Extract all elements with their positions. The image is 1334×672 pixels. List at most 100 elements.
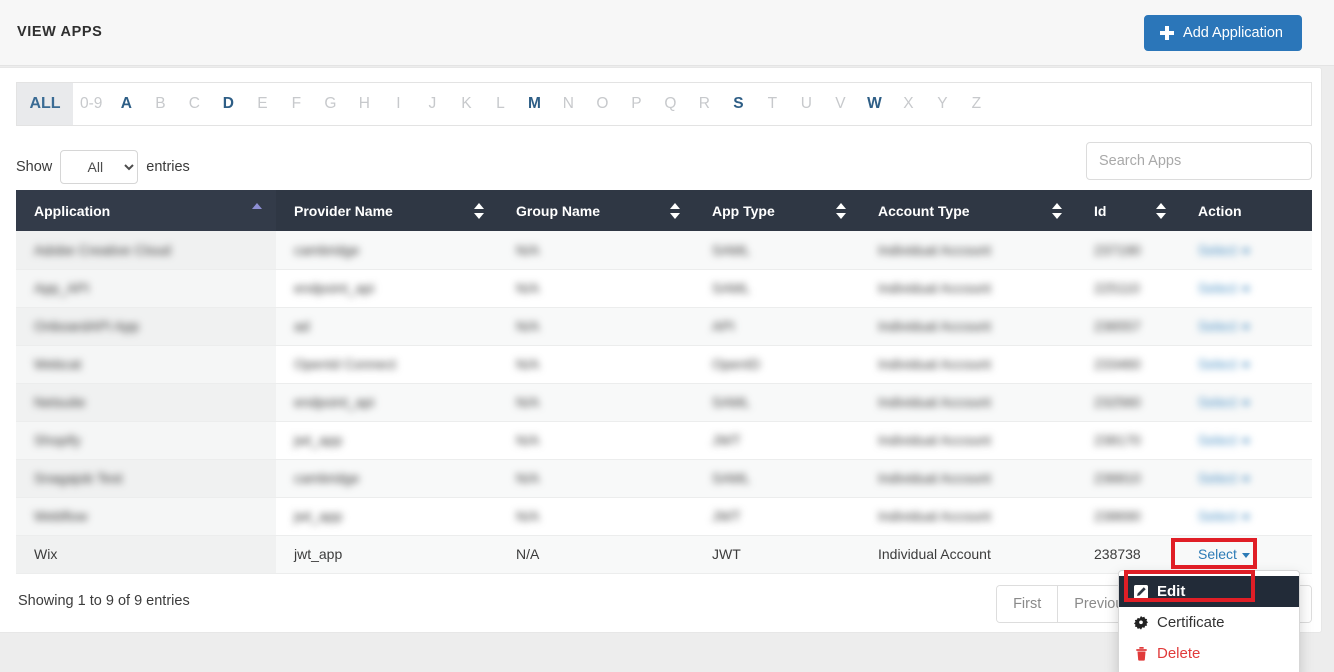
cell-account-type: Individual Account	[860, 269, 1076, 307]
alpha-filter-o[interactable]: O	[585, 83, 619, 125]
alpha-filter-y[interactable]: Y	[925, 83, 959, 125]
cell-text: 238690	[1094, 508, 1141, 524]
alpha-filter-f[interactable]: F	[279, 83, 313, 125]
alpha-filter-v[interactable]: V	[823, 83, 857, 125]
entries-label: entries	[146, 159, 190, 175]
cell-action: Select	[1180, 345, 1312, 383]
column-header-provider-name[interactable]: Provider Name	[276, 190, 498, 231]
alpha-filter-j[interactable]: J	[415, 83, 449, 125]
sort-toggle-icon	[1156, 202, 1166, 220]
alpha-filter-s[interactable]: S	[721, 83, 755, 125]
page-header: VIEW APPS Add Application	[0, 0, 1334, 66]
table-head: ApplicationProvider NameGroup NameApp Ty…	[16, 190, 1312, 231]
table-row: Shopifyjwt_appN/AJWTIndividual Account23…	[16, 421, 1312, 459]
alpha-filter-q[interactable]: Q	[653, 83, 687, 125]
cell-account-type: Individual Account	[860, 497, 1076, 535]
alpha-filter-09[interactable]: 0-9	[73, 83, 109, 125]
alpha-filter-d[interactable]: D	[211, 83, 245, 125]
column-header-application[interactable]: Application	[16, 190, 276, 231]
alpha-filter-p[interactable]: P	[619, 83, 653, 125]
alpha-filter-c[interactable]: C	[177, 83, 211, 125]
select-action-link[interactable]: Select	[1198, 432, 1250, 448]
view-apps-page: VIEW APPS Add Application ALL0-9ABCDEFGH…	[0, 0, 1334, 672]
add-application-button[interactable]: Add Application	[1144, 15, 1302, 51]
select-action-link[interactable]: Select	[1198, 546, 1250, 562]
cell-text: Individual Account	[878, 242, 991, 258]
menu-item-certificate[interactable]: Certificate	[1119, 607, 1299, 638]
chevron-down-icon	[1242, 515, 1250, 520]
cell-text: SAML	[712, 280, 750, 296]
select-action-link[interactable]: Select	[1198, 508, 1250, 524]
column-header-account-type[interactable]: Account Type	[860, 190, 1076, 231]
cell-application: Adobe Creative Cloud	[16, 231, 276, 269]
add-application-label: Add Application	[1183, 25, 1283, 41]
cell-account-type: Individual Account	[860, 383, 1076, 421]
alpha-filter-a[interactable]: A	[109, 83, 143, 125]
cell-text: SAML	[712, 242, 750, 258]
cell-text: N/A	[516, 280, 539, 296]
alpha-filter-e[interactable]: E	[245, 83, 279, 125]
cell-app-type: JWT	[694, 421, 860, 459]
search-input[interactable]	[1086, 142, 1312, 180]
select-action-link[interactable]: Select	[1198, 242, 1250, 258]
cell-app-type: JWT	[694, 535, 860, 573]
cell-text: jwt_app	[294, 432, 342, 448]
cell-text: N/A	[516, 546, 539, 562]
cell-id: 233460	[1076, 345, 1180, 383]
entries-per-page-select[interactable]: All102550100	[60, 150, 138, 184]
alpha-filter-m[interactable]: M	[517, 83, 551, 125]
cell-text: Individual Account	[878, 432, 991, 448]
cell-text: SAML	[712, 470, 750, 486]
select-action-link[interactable]: Select	[1198, 356, 1250, 372]
alpha-filter-g[interactable]: G	[313, 83, 347, 125]
cell-app-type: SAML	[694, 383, 860, 421]
select-action-link[interactable]: Select	[1198, 470, 1250, 486]
column-header-app-type[interactable]: App Type	[694, 190, 860, 231]
cell-text: Adobe Creative Cloud	[34, 242, 171, 258]
column-header-label: Account Type	[878, 203, 970, 219]
alpha-filter-r[interactable]: R	[687, 83, 721, 125]
pagination-first[interactable]: First	[997, 586, 1058, 622]
cell-text: Individual Account	[878, 318, 991, 334]
alpha-filter-k[interactable]: K	[449, 83, 483, 125]
menu-item-label: Delete	[1157, 645, 1200, 662]
chevron-down-icon	[1242, 553, 1250, 558]
cell-text: Individual Account	[878, 470, 991, 486]
select-action-link[interactable]: Select	[1198, 318, 1250, 334]
alpha-filter-b[interactable]: B	[143, 83, 177, 125]
alpha-filter-z[interactable]: Z	[959, 83, 993, 125]
cell-app-type: SAML	[694, 269, 860, 307]
cell-text: API	[712, 318, 735, 334]
alpha-filter-h[interactable]: H	[347, 83, 381, 125]
menu-item-label: Certificate	[1157, 614, 1225, 631]
plus-icon	[1160, 26, 1174, 40]
cell-text: N/A	[516, 356, 539, 372]
cell-text: App_API	[34, 280, 89, 296]
alpha-filter-l[interactable]: L	[483, 83, 517, 125]
column-header-action[interactable]: Action	[1180, 190, 1312, 231]
column-header-id[interactable]: Id	[1076, 190, 1180, 231]
cell-provider: jwt_app	[276, 497, 498, 535]
cell-id: 236810	[1076, 459, 1180, 497]
showing-entries-info: Showing 1 to 9 of 9 entries	[18, 593, 190, 609]
cell-id: 238738	[1076, 535, 1180, 573]
alpha-filter-u[interactable]: U	[789, 83, 823, 125]
menu-item-edit[interactable]: Edit	[1119, 576, 1299, 607]
cell-provider: jwt_app	[276, 535, 498, 573]
column-header-group-name[interactable]: Group Name	[498, 190, 694, 231]
cell-text: 233460	[1094, 356, 1141, 372]
alpha-filter-x[interactable]: X	[891, 83, 925, 125]
cell-text: 236810	[1094, 470, 1141, 486]
cell-id: 238690	[1076, 497, 1180, 535]
alpha-filter-i[interactable]: I	[381, 83, 415, 125]
table-row: App_APIendpoint_apiN/ASAMLIndividual Acc…	[16, 269, 1312, 307]
select-action-link[interactable]: Select	[1198, 280, 1250, 296]
alpha-filter-t[interactable]: T	[755, 83, 789, 125]
cell-text: OpenID	[712, 356, 760, 372]
alpha-filter-n[interactable]: N	[551, 83, 585, 125]
show-entries-control: Show All102550100 entries	[16, 150, 190, 184]
alpha-filter-w[interactable]: W	[857, 83, 891, 125]
select-action-link[interactable]: Select	[1198, 394, 1250, 410]
menu-item-delete[interactable]: Delete	[1119, 638, 1299, 669]
alpha-filter-all[interactable]: ALL	[17, 83, 73, 125]
